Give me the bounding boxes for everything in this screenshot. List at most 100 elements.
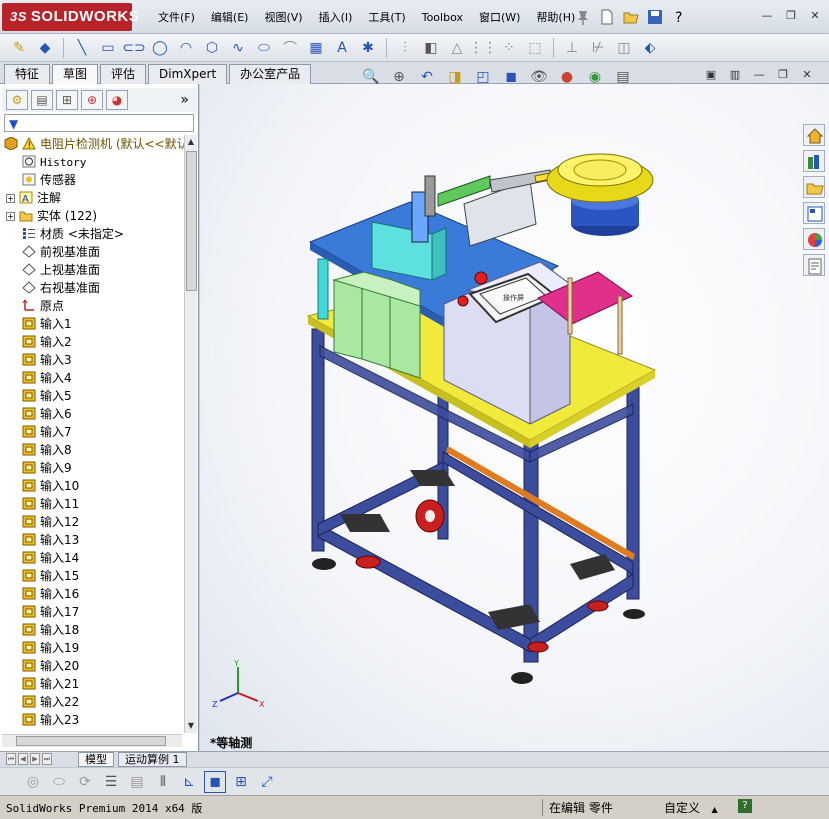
menu-toolbox[interactable]: Toolbox: [414, 9, 471, 27]
text-icon[interactable]: A: [331, 37, 353, 59]
rectangle-icon[interactable]: ▭: [97, 37, 119, 59]
help-icon[interactable]: ?: [738, 799, 752, 813]
expand-icon[interactable]: +: [6, 212, 15, 221]
tab-motion-study[interactable]: 运动算例 1: [118, 752, 187, 767]
quick-snaps-icon[interactable]: ◫: [613, 37, 635, 59]
convert-entities-icon[interactable]: ◧: [420, 37, 442, 59]
pin-icon[interactable]: [574, 8, 592, 26]
split-icon[interactable]: ⫴: [152, 771, 174, 793]
slot-icon[interactable]: ⊂⊃: [122, 37, 145, 59]
help-icon[interactable]: ?: [670, 8, 688, 26]
save-icon[interactable]: [646, 8, 664, 26]
scroll-up-icon[interactable]: ▲: [185, 135, 197, 149]
tree-item-input[interactable]: 输入11: [22, 495, 79, 513]
sketch-icon[interactable]: ✎: [8, 37, 30, 59]
rapid-sketch-icon[interactable]: ⬖: [639, 37, 661, 59]
display-manager-tab-icon[interactable]: ◕: [106, 90, 128, 110]
tab-features[interactable]: 特征: [4, 64, 51, 84]
file-explorer-icon[interactable]: [803, 176, 825, 198]
axis-icon[interactable]: ⊾: [178, 771, 200, 793]
menu-view[interactable]: 视图(V): [256, 9, 310, 27]
tree-item-material[interactable]: 材质 <未指定>: [22, 225, 124, 243]
tree-item-input[interactable]: 输入3: [22, 351, 72, 369]
display-relations-icon[interactable]: ⊥: [561, 37, 583, 59]
doc-minimize-icon[interactable]: —: [751, 68, 767, 82]
menu-tools[interactable]: 工具(T): [360, 9, 413, 27]
tree-item-input[interactable]: 输入14: [22, 549, 79, 567]
minimize-icon[interactable]: —: [759, 9, 775, 23]
menu-edit[interactable]: 编辑(E): [203, 9, 257, 27]
status-custom-units[interactable]: 自定义 ▲: [664, 799, 718, 816]
first-tab-icon[interactable]: ⏮: [6, 753, 16, 765]
box-view-icon[interactable]: ◼: [204, 770, 226, 793]
tree-item-front-plane[interactable]: 前视基准面: [22, 243, 100, 261]
linear-pattern-icon[interactable]: ⁘: [498, 37, 520, 59]
tree-item-input[interactable]: 输入17: [22, 603, 79, 621]
restore-icon[interactable]: ❐: [783, 9, 799, 23]
menu-window[interactable]: 窗口(W): [471, 9, 528, 27]
smart-dimension-icon[interactable]: ◆: [34, 37, 56, 59]
open-folder-icon[interactable]: [622, 8, 640, 26]
tab-evaluate[interactable]: 评估: [100, 64, 147, 84]
tree-item-input[interactable]: 输入2: [22, 333, 72, 351]
polygon-icon[interactable]: ⬡: [201, 37, 223, 59]
menu-insert[interactable]: 插入(I): [311, 9, 361, 27]
tree-item-input[interactable]: 输入18: [22, 621, 79, 639]
tree-root[interactable]: ! 电阻片检测机 (默认<<默认: [4, 135, 184, 153]
property-manager-tab-icon[interactable]: ▤: [31, 90, 53, 110]
tree-item-input[interactable]: 输入1: [22, 315, 72, 333]
tree-item-input[interactable]: 输入7: [22, 423, 72, 441]
menu-file[interactable]: 文件(F): [150, 9, 203, 27]
tree-item-input[interactable]: 输入8: [22, 441, 72, 459]
tab-model[interactable]: 模型: [78, 752, 114, 767]
scroll-thumb[interactable]: [186, 151, 197, 291]
tree-item-history[interactable]: History: [22, 153, 86, 171]
tree-item-annotations[interactable]: + A 注解: [6, 189, 61, 207]
doc-cascade-icon[interactable]: ▥: [727, 68, 743, 82]
tree-item-sensors[interactable]: 传感器: [22, 171, 76, 189]
tree-item-input[interactable]: 输入23: [22, 711, 79, 729]
rotate-icon[interactable]: ⟳: [74, 771, 96, 793]
arc-icon[interactable]: ◠: [175, 37, 197, 59]
table-icon[interactable]: ▤: [126, 771, 148, 793]
tab-sketch[interactable]: 草图: [52, 64, 99, 84]
machine-model[interactable]: 操作屏: [200, 84, 829, 751]
tree-item-input[interactable]: 输入13: [22, 531, 79, 549]
point-icon[interactable]: ✱: [357, 37, 379, 59]
tree-item-input[interactable]: 输入12: [22, 513, 79, 531]
graphics-area[interactable]: 操作屏 Y X Z *等轴测: [200, 84, 829, 751]
tree-item-top-plane[interactable]: 上视基准面: [22, 261, 100, 279]
scroll-down-icon[interactable]: ▼: [185, 719, 197, 733]
tree-item-right-plane[interactable]: 右视基准面: [22, 279, 100, 297]
circle-icon[interactable]: ◯: [149, 37, 171, 59]
tree-item-input[interactable]: 输入5: [22, 387, 72, 405]
tree-item-input[interactable]: 输入6: [22, 405, 72, 423]
feature-tree-tab-icon[interactable]: ⚙: [6, 90, 28, 110]
plane-icon[interactable]: ▦: [305, 37, 327, 59]
solidworks-logo[interactable]: 3S SOLIDWORKS: [2, 3, 139, 31]
tree-item-origin[interactable]: 原点: [22, 297, 64, 315]
tree-item-input[interactable]: 输入19: [22, 639, 79, 657]
expand-view-icon[interactable]: ⤢: [256, 771, 278, 793]
ellipse-icon[interactable]: ⬭: [253, 37, 275, 59]
custom-properties-icon[interactable]: [803, 254, 825, 276]
trim-icon[interactable]: ⫶: [394, 37, 416, 59]
tab-office-products[interactable]: 办公室产品: [229, 64, 312, 84]
dimxpert-manager-tab-icon[interactable]: ⊕: [81, 90, 103, 110]
spline-icon[interactable]: ∿: [227, 37, 249, 59]
tree-filter-box[interactable]: ▼: [4, 114, 194, 132]
tree-item-input[interactable]: 输入20: [22, 657, 79, 675]
mirror-icon[interactable]: ⋮⋮: [469, 37, 497, 59]
tree-item-solid-bodies[interactable]: + 实体 (122): [6, 207, 97, 225]
tree-horizontal-scrollbar[interactable]: [2, 734, 182, 747]
close-icon[interactable]: ✕: [807, 9, 823, 23]
cylinder-icon[interactable]: ⬭: [48, 771, 70, 793]
list-icon[interactable]: ☰: [100, 771, 122, 793]
move-icon[interactable]: ⬚: [524, 37, 546, 59]
doc-tile-icon[interactable]: ▣: [703, 68, 719, 82]
grid-view-icon[interactable]: ⊞: [230, 771, 252, 793]
tab-dimxpert[interactable]: DimXpert: [148, 64, 228, 84]
tree-item-input[interactable]: 输入10: [22, 477, 79, 495]
last-tab-icon[interactable]: ⏭: [42, 753, 52, 765]
toggle-icon[interactable]: ◎: [22, 771, 44, 793]
